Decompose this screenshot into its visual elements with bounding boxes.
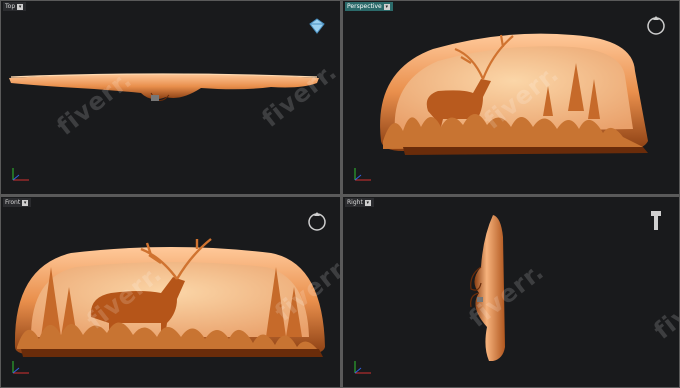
viewport-front[interactable]: Front ▾ fiverr. fiverr.	[1, 197, 340, 387]
axis-triad	[7, 359, 33, 381]
viewport-perspective[interactable]: Perspective ▾ fiverr.	[343, 1, 679, 194]
axis-triad	[7, 166, 33, 188]
pivot-gizmo[interactable]	[151, 95, 159, 101]
orbit-icon[interactable]	[306, 211, 328, 237]
viewport-top[interactable]: Top ▾ fiverr. fiverr.	[1, 1, 340, 194]
view-cube-icon[interactable]	[647, 209, 665, 237]
viewport-right[interactable]: Right ▾ fiverr. fiverr.	[343, 197, 679, 387]
orbit-icon[interactable]	[645, 15, 667, 41]
axis-triad	[349, 166, 375, 188]
view-cube-icon[interactable]	[308, 17, 326, 39]
axis-triad	[349, 359, 375, 381]
